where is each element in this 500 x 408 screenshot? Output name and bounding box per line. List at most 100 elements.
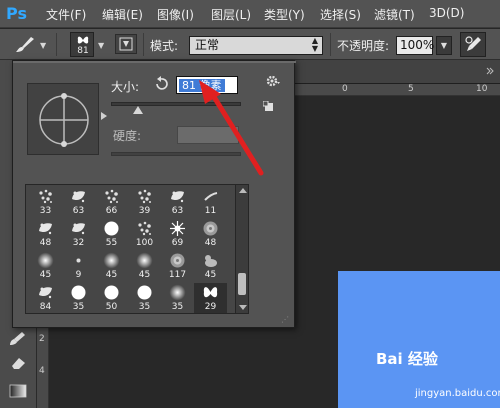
rose-brush-tip-icon [170,253,185,268]
hard-brush-tip-icon [104,221,119,236]
menu-layer[interactable]: 图层(L) [211,6,251,23]
brush-preset-cell[interactable]: 63 [161,187,194,218]
collapse-arrows-icon[interactable] [486,66,494,78]
brush-preset-cell[interactable]: 39 [128,187,161,218]
panel-top-edge [13,61,296,63]
vertical-ruler: 2 4 [37,326,49,408]
brush-preset-cell[interactable]: 45 [194,251,227,282]
brush-preset-size: 45 [204,270,217,280]
brush-panel-toggle-button[interactable] [115,34,137,54]
size-label: 大小: [111,80,140,94]
opacity-dropdown-button[interactable]: ▼ [436,36,452,55]
star-brush-tip-icon [170,221,185,236]
history-brush-icon[interactable] [8,330,28,348]
brush-preset-size: 11 [204,206,217,216]
photoshop-logo: Ps [6,4,27,23]
duck-brush-tip-icon [205,255,217,267]
ruler-mark: 0 [342,84,348,94]
hard-brush-tip-icon [71,285,86,300]
brush-preset-cell[interactable]: 32 [62,219,95,250]
hard-brush-tip-icon [137,285,152,300]
resize-grip-icon[interactable]: ⋰ [281,315,291,325]
horizontal-ruler: 0 5 10 [280,84,500,96]
brush-preset-picker-button[interactable]: 81 [70,32,94,57]
brush-preset-cell[interactable]: 69 [161,219,194,250]
brush-preset-cell[interactable]: 48 [29,219,62,250]
reset-size-icon[interactable] [153,76,169,92]
leaf-brush-tip-icon [72,223,85,235]
leaf-brush-tip-icon [39,223,52,235]
opacity-input[interactable]: 100% [396,36,434,55]
brush-preset-cell[interactable]: 100 [128,219,161,250]
leaf-brush-tip-icon [39,287,52,299]
scatter-brush-tip-icon [138,189,151,204]
mode-label: 模式: [150,39,179,53]
size-slider-thumb[interactable] [133,106,144,114]
menu-filter[interactable]: 滤镜(T) [374,6,415,23]
brush-preset-caret-icon[interactable]: ▼ [98,41,104,50]
separator [143,33,144,56]
document-tab-bar [280,60,500,84]
brush-preset-cell[interactable]: 48 [194,219,227,250]
ruler-mark: 10 [476,84,488,94]
brush-preset-cell[interactable]: 35 [62,283,95,313]
options-bar: ▼ 81 ▼ 模式: 正常 ▲ ▼ 不透明度: 100% ▼ [0,29,500,60]
watermark-url: jingyan.baidu.com [415,388,500,399]
brush-preset-size: 39 [138,206,151,216]
scroll-down-icon[interactable] [239,305,247,310]
brush-preset-cell[interactable]: 45 [95,251,128,282]
scroll-up-icon[interactable] [239,188,247,193]
brush-preset-cell[interactable]: 11 [194,187,227,218]
eraser-icon[interactable] [8,354,28,372]
ruler-mark: 4 [39,366,45,376]
brush-preset-size: 63 [171,206,184,216]
soft-brush-tip-icon [37,252,54,269]
brush-preset-cell[interactable]: 45 [29,251,62,282]
brush-preset-cell[interactable]: 33 [29,187,62,218]
menu-3d[interactable]: 3D(D) [429,6,464,20]
ruler-mark: 2 [39,334,45,344]
brush-preset-size: 35 [72,302,85,312]
menu-file[interactable]: 文件(F) [46,6,86,23]
brush-preset-size: 9 [75,270,82,280]
brush-preset-cell[interactable]: 35 [161,283,194,313]
baidu-jingyan-watermark: Bai 经验 [376,350,438,368]
menu-select[interactable]: 选择(S) [320,6,361,23]
menu-type[interactable]: 类型(Y) [264,6,305,23]
brush-preset-cell[interactable]: 63 [62,187,95,218]
gear-icon[interactable] [265,73,281,89]
scrollbar-thumb[interactable] [238,273,246,295]
small-brush-tip-icon [76,258,81,263]
separator [56,33,57,56]
brush-preset-size: 48 [204,238,217,248]
brush-preset-cell[interactable]: 117 [161,251,194,282]
pressure-opacity-button[interactable] [460,32,486,57]
brush-preset-size: 35 [171,302,184,312]
brush-preset-cell[interactable]: 35 [128,283,161,313]
menu-edit[interactable]: 编辑(E) [102,6,143,23]
menu-image[interactable]: 图像(I) [157,6,194,23]
brush-angle-roundness-preview[interactable] [27,83,99,155]
brush-preset-size: 48 [39,238,52,248]
opacity-label: 不透明度: [337,39,390,53]
photoshop-window: Ps 文件(F) 编辑(E) 图像(I) 图层(L) 类型(Y) 选择(S) 滤… [0,0,500,408]
brush-preset-cell[interactable]: 29 [194,283,227,313]
brush-grid-scrollbar[interactable] [235,184,249,314]
brush-preset-size: 69 [171,238,184,248]
brush-tool-icon[interactable] [14,35,36,55]
brush-size-readout: 81 [77,46,89,56]
brush-preset-cell[interactable]: 66 [95,187,128,218]
blend-mode-select[interactable]: 正常 ▲ ▼ [189,36,323,55]
brush-preset-cell[interactable]: 55 [95,219,128,250]
gradient-tool-icon[interactable] [8,382,28,400]
butterfly-brush-tip-icon [203,287,218,298]
tool-preset-caret-icon[interactable]: ▼ [40,41,46,50]
brush-preset-size: 63 [72,206,85,216]
brush-preset-size: 32 [72,238,85,248]
brush-preset-cell[interactable]: 84 [29,283,62,313]
brush-preset-cell[interactable]: 9 [62,251,95,282]
butterfly-icon [77,36,89,44]
select-arrows-icon: ▲ ▼ [311,36,318,53]
brush-preset-cell[interactable]: 50 [95,283,128,313]
brush-preset-cell[interactable]: 45 [128,251,161,282]
